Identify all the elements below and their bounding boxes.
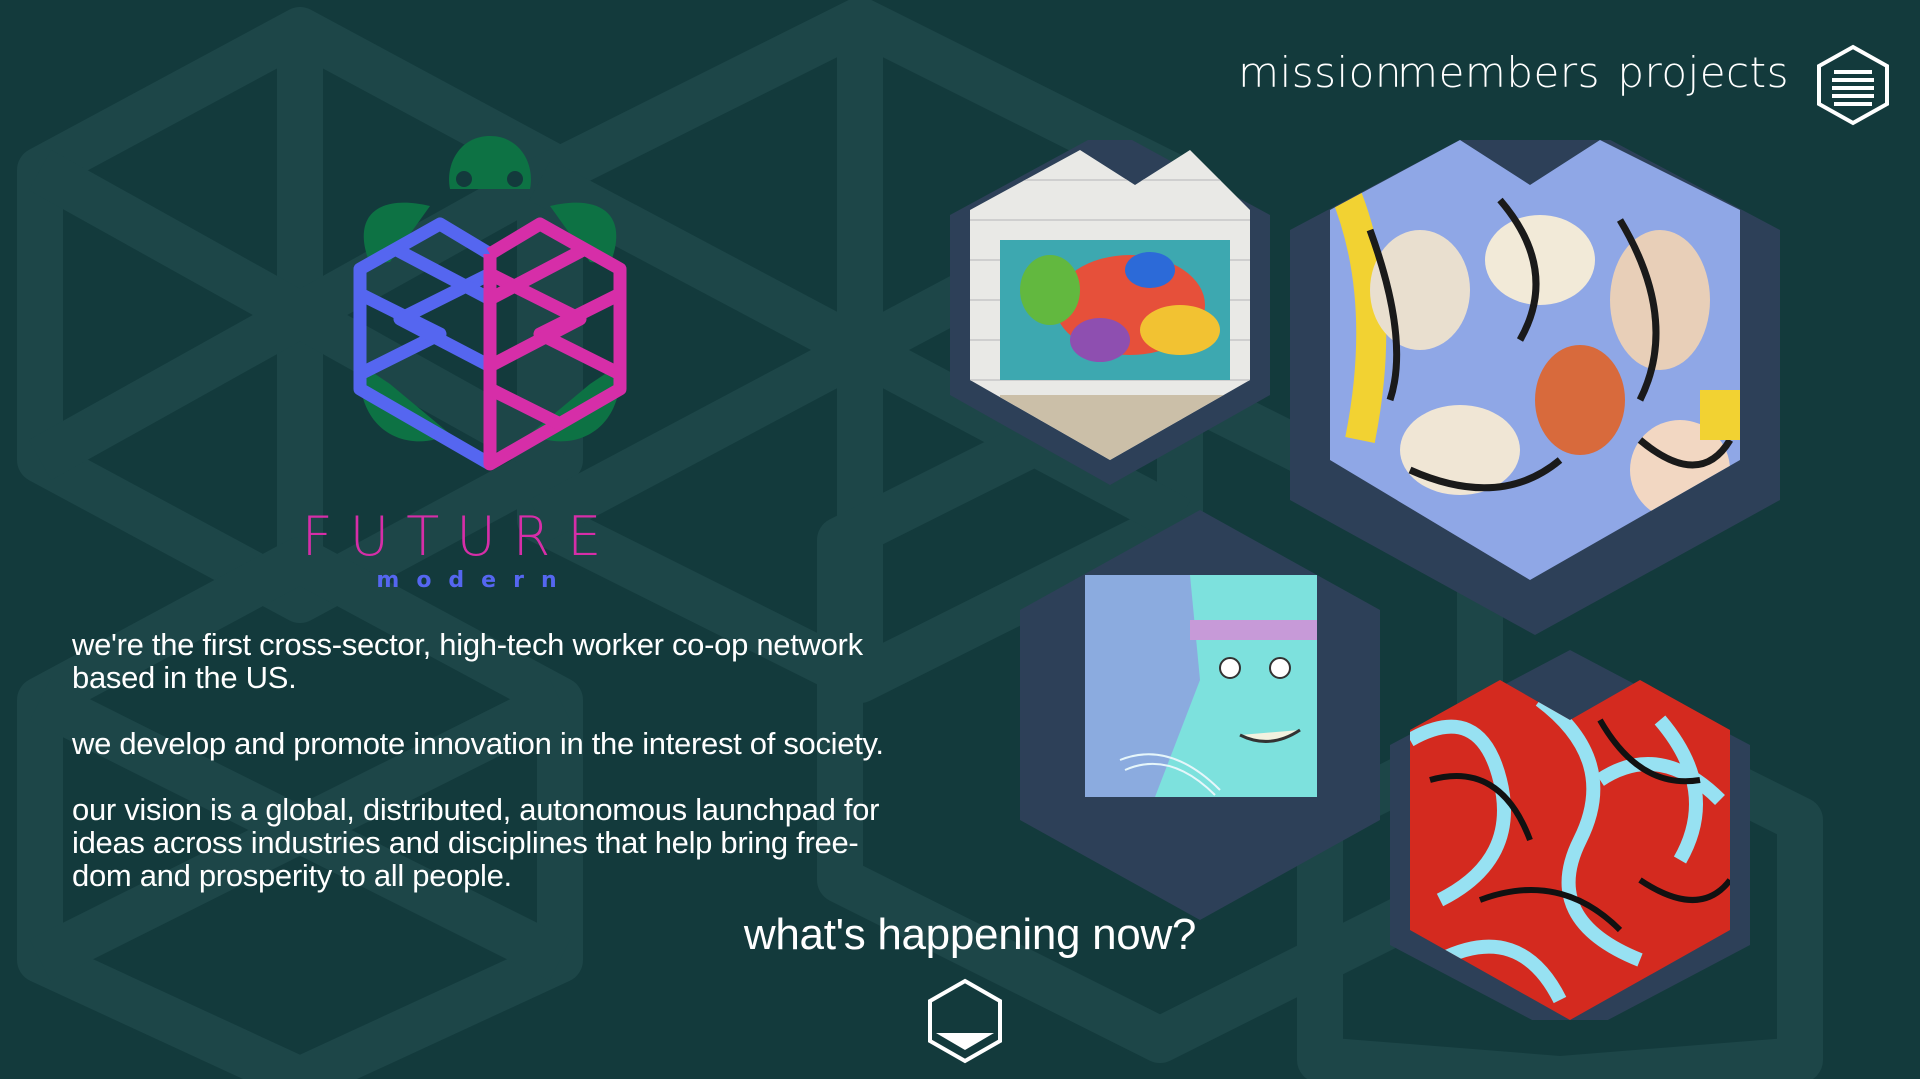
hamburger-hexagon-icon[interactable]: [1815, 44, 1891, 126]
intro-paragraph: our vision is a global, distributed, aut…: [72, 792, 880, 893]
nav-link-projects[interactable]: projects: [1617, 48, 1789, 97]
project-gallery: [950, 140, 1780, 1020]
happening-heading: what's happening now?: [743, 910, 1197, 959]
gallery-tile-abstract-figures[interactable]: [1290, 140, 1780, 635]
nav-link-mission[interactable]: mission: [1238, 48, 1402, 97]
logo-subtitle: modern: [376, 568, 574, 593]
gallery-tile-mural[interactable]: [950, 140, 1270, 485]
intro-text: we're the first cross-sector, high-tech …: [72, 628, 912, 925]
gallery-tile-digital-face[interactable]: [1020, 510, 1380, 920]
gallery-tile-swirl[interactable]: [1390, 650, 1750, 1020]
turtle-heart-logo: [353, 136, 627, 471]
hexagon-down-icon[interactable]: [926, 978, 1004, 1064]
nav-link-members[interactable]: members: [1397, 48, 1600, 97]
intro-paragraph: we're the first cross-sector, high-tech …: [72, 627, 863, 695]
logo-title: FUTURE: [301, 505, 619, 568]
intro-paragraph: we develop and promote innovation in the…: [72, 726, 884, 761]
